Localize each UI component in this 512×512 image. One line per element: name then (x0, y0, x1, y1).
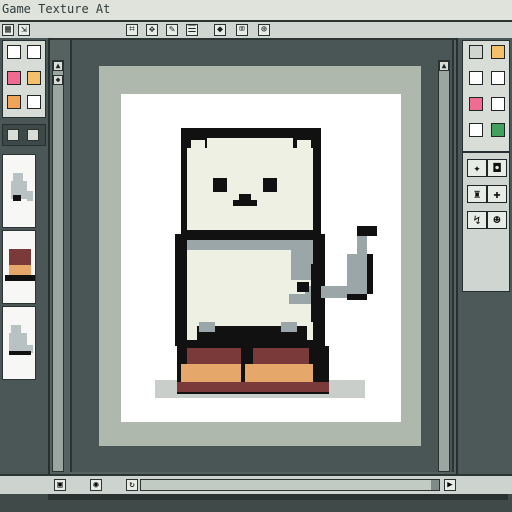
scroll-up-icon[interactable]: ▲ (53, 61, 63, 71)
right-swatch-4[interactable] (491, 71, 505, 85)
scroll-mid-icon[interactable]: ◆ (53, 75, 63, 85)
cursor-tool-icon[interactable]: ↯ (467, 211, 487, 229)
zoom-icon[interactable]: ⊕ (258, 24, 270, 36)
right-swatch-block (462, 40, 510, 152)
pin-icon[interactable]: ◆ (214, 24, 226, 36)
mini-control-1-icon[interactable] (7, 129, 19, 141)
stamp-tool-icon[interactable]: ◘ (487, 159, 507, 177)
thumb-cat-2[interactable] (2, 306, 36, 380)
left-scrollbar[interactable]: ▲ ◆ (52, 60, 64, 472)
horizontal-scroll-thumb[interactable] (141, 480, 431, 490)
move-icon[interactable]: ✥ (146, 24, 158, 36)
palette-tool-icon[interactable]: ✚ (487, 185, 507, 203)
layer-icon[interactable]: ☰ (186, 24, 198, 36)
swatch-6[interactable] (27, 95, 41, 109)
left-swatch-block (2, 40, 46, 118)
status-bar: ▣ ◉ ↻ ▶ (0, 474, 512, 496)
bottom-strip (48, 494, 508, 500)
right-swatch-2[interactable] (491, 45, 505, 59)
right-swatch-6[interactable] (491, 97, 505, 111)
right-panel: ✦ ◘ ♜ ✚ ↯ ☻ (456, 38, 512, 490)
app-window: Game Texture At ▦ ⇲ ⌗ ✥ ✎ ☰ ◆ ⌧ ⊕ ▲ ◆ ▲ … (0, 0, 512, 512)
title-bar: Game Texture At (0, 0, 512, 22)
right-swatch-1[interactable] (469, 45, 483, 59)
left-panel (0, 38, 50, 490)
swatch-2[interactable] (27, 45, 41, 59)
window-title: Game Texture At (2, 2, 111, 16)
face-tool-icon[interactable]: ☻ (487, 211, 507, 229)
swatch-3[interactable] (7, 71, 21, 85)
right-swatch-7[interactable] (469, 123, 483, 137)
play-icon[interactable]: ▶ (444, 479, 456, 491)
sprite-tool-icon[interactable]: ✦ (467, 159, 487, 177)
canvas-area[interactable] (99, 66, 421, 446)
bucket-tool-icon[interactable]: ♜ (467, 185, 487, 203)
image-icon[interactable]: ▣ (54, 479, 66, 491)
select-icon[interactable]: ⌗ (126, 24, 138, 36)
thumb-cat[interactable] (2, 154, 36, 228)
camera-icon[interactable]: ◉ (90, 479, 102, 491)
canvas-frame (70, 40, 454, 472)
mini-control-2-icon[interactable] (27, 129, 39, 141)
right-swatch-3[interactable] (469, 71, 483, 85)
grid-icon[interactable]: ▦ (2, 24, 14, 36)
thumb-boot-art (3, 231, 35, 303)
swatch-4[interactable] (27, 71, 41, 85)
left-mini-controls (2, 124, 46, 146)
thumb-cat-art (3, 155, 35, 227)
pixel-art-canvas (121, 94, 401, 422)
crop-icon[interactable]: ⌧ (236, 24, 248, 36)
canvas-paper[interactable] (121, 94, 401, 422)
thumb-boot[interactable] (2, 230, 36, 304)
expand-icon[interactable]: ⇲ (18, 24, 30, 36)
brush-icon[interactable]: ✎ (166, 24, 178, 36)
right-swatch-5[interactable] (469, 97, 483, 111)
toolbar: ▦ ⇲ ⌗ ✥ ✎ ☰ ◆ ⌧ ⊕ (0, 22, 512, 40)
right-tools-block: ✦ ◘ ♜ ✚ ↯ ☻ (462, 152, 510, 292)
right-scrollbar[interactable]: ▲ (438, 60, 450, 472)
rotate-icon[interactable]: ↻ (126, 479, 138, 491)
thumb-cat-2-art (3, 307, 35, 379)
swatch-1[interactable] (7, 45, 21, 59)
scroll-up-right-icon[interactable]: ▲ (439, 61, 449, 71)
horizontal-scrollbar[interactable] (140, 479, 440, 491)
swatch-5[interactable] (7, 95, 21, 109)
right-swatch-8[interactable] (491, 123, 505, 137)
